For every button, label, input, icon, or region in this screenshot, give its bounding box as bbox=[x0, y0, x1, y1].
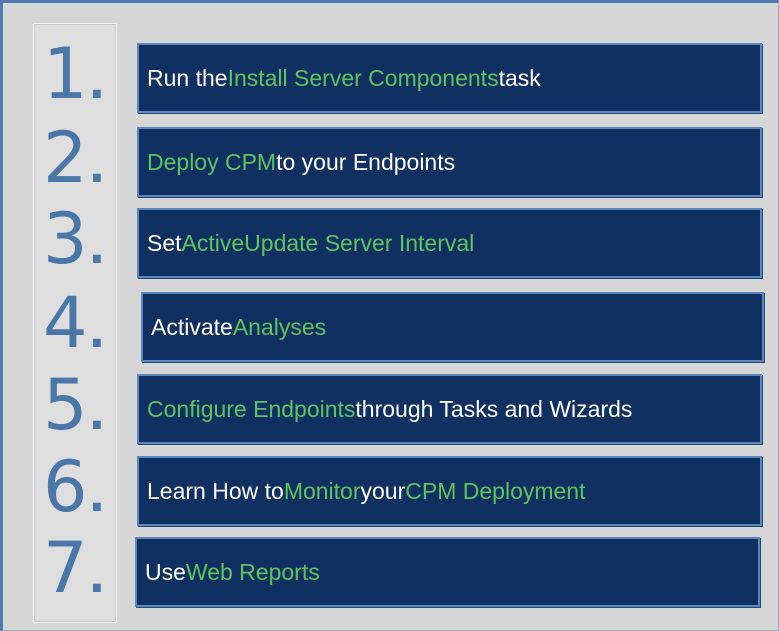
step-digit: 3 bbox=[43, 198, 88, 280]
step-box-2: Deploy CPM to your Endpoints bbox=[137, 127, 762, 197]
step-highlight-text: Web Reports bbox=[185, 558, 320, 585]
step-dot: . bbox=[88, 223, 106, 274]
step-highlight-text: ActiveUpdate Server Interval bbox=[181, 229, 475, 256]
step-number-4: 4. bbox=[43, 288, 105, 358]
step-digit: 4 bbox=[43, 282, 88, 364]
step-dot: . bbox=[88, 307, 106, 358]
step-highlight-text: Analyses bbox=[232, 313, 327, 340]
step-text: Set bbox=[147, 229, 182, 256]
steps-panel: 1. Run the Install Server Components tas… bbox=[0, 0, 779, 631]
step-dot: . bbox=[88, 58, 106, 109]
step-text: Learn How to bbox=[147, 477, 284, 504]
step-text: task bbox=[498, 64, 541, 91]
step-number-6: 6. bbox=[43, 452, 105, 522]
step-text: to your Endpoints bbox=[276, 148, 456, 175]
step-dot: . bbox=[88, 552, 106, 603]
step-highlight-text: Deploy CPM bbox=[147, 148, 277, 175]
step-text: your bbox=[360, 477, 406, 504]
step-dot: . bbox=[88, 142, 106, 193]
step-box-5: Configure Endpoints through Tasks and Wi… bbox=[137, 374, 762, 444]
step-digit: 1 bbox=[43, 33, 88, 115]
step-highlight-text: Install Server Components bbox=[227, 64, 499, 91]
step-number-3: 3. bbox=[43, 204, 105, 274]
step-number-5: 5. bbox=[43, 370, 105, 440]
step-highlight-text: CPM Deployment bbox=[405, 477, 586, 504]
step-box-6: Learn How to Monitor your CPM Deployment bbox=[137, 456, 762, 526]
step-number-7: 7. bbox=[43, 533, 105, 603]
step-box-3: Set ActiveUpdate Server Interval bbox=[137, 208, 762, 278]
step-digit: 6 bbox=[43, 446, 88, 528]
step-box-1: Run the Install Server Components task bbox=[137, 43, 762, 113]
step-dot: . bbox=[88, 389, 106, 440]
step-text: through Tasks and Wizards bbox=[355, 395, 633, 422]
step-box-4: Activate Analyses bbox=[141, 292, 764, 362]
step-box-7: Use Web Reports bbox=[135, 537, 760, 607]
step-text: Use bbox=[145, 558, 186, 585]
step-text: Activate bbox=[151, 313, 233, 340]
step-digit: 5 bbox=[43, 364, 88, 446]
step-highlight-text: Configure Endpoints bbox=[147, 395, 356, 422]
step-number-1: 1. bbox=[43, 39, 105, 109]
step-number-2: 2. bbox=[43, 123, 105, 193]
step-text: Run the bbox=[147, 64, 228, 91]
step-dot: . bbox=[88, 471, 106, 522]
step-highlight-text: Monitor bbox=[283, 477, 361, 504]
step-digit: 2 bbox=[43, 117, 88, 199]
step-digit: 7 bbox=[43, 527, 88, 609]
